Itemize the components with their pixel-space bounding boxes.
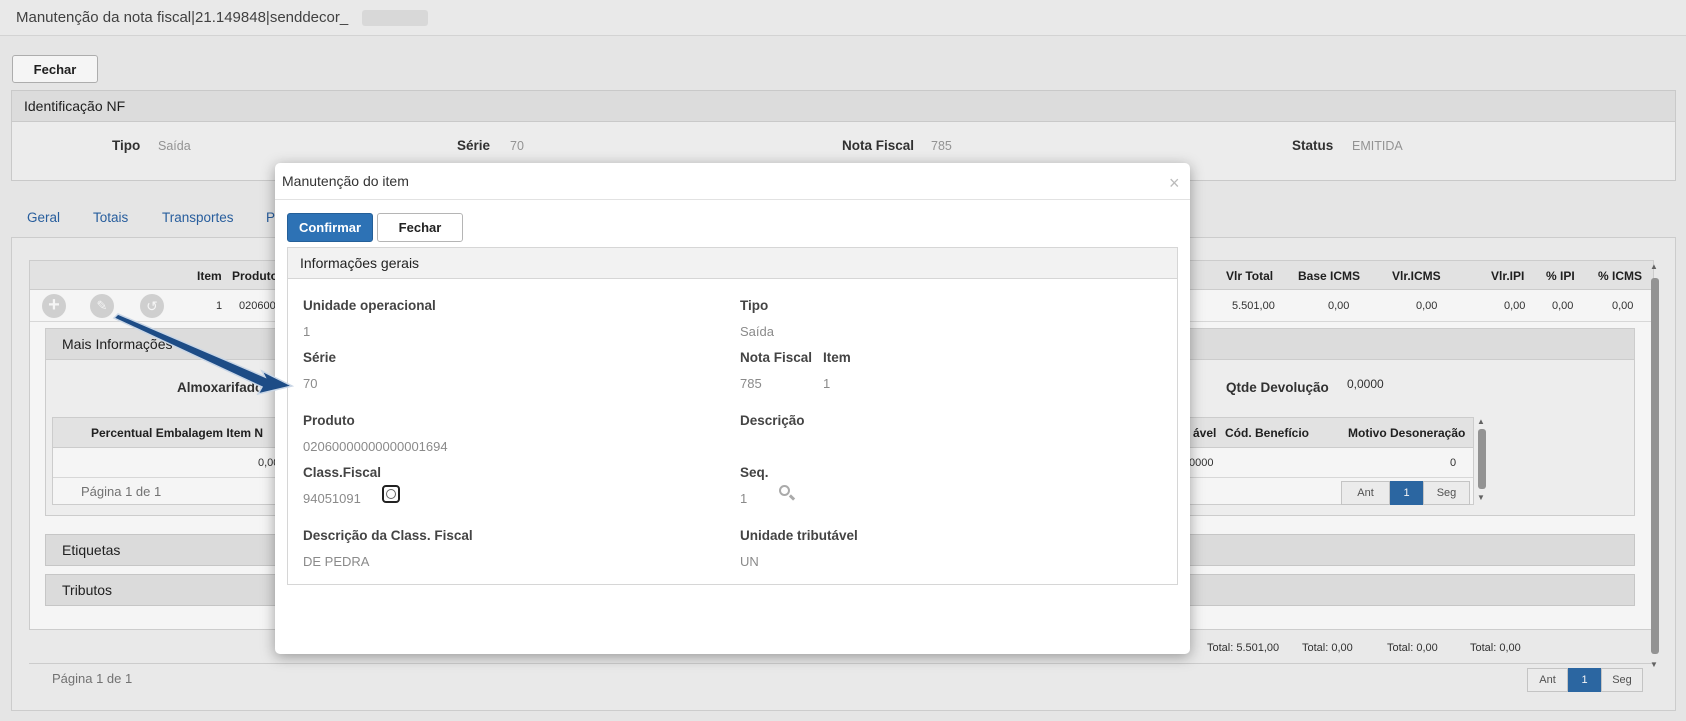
annotation-arrow-icon (112, 313, 295, 396)
